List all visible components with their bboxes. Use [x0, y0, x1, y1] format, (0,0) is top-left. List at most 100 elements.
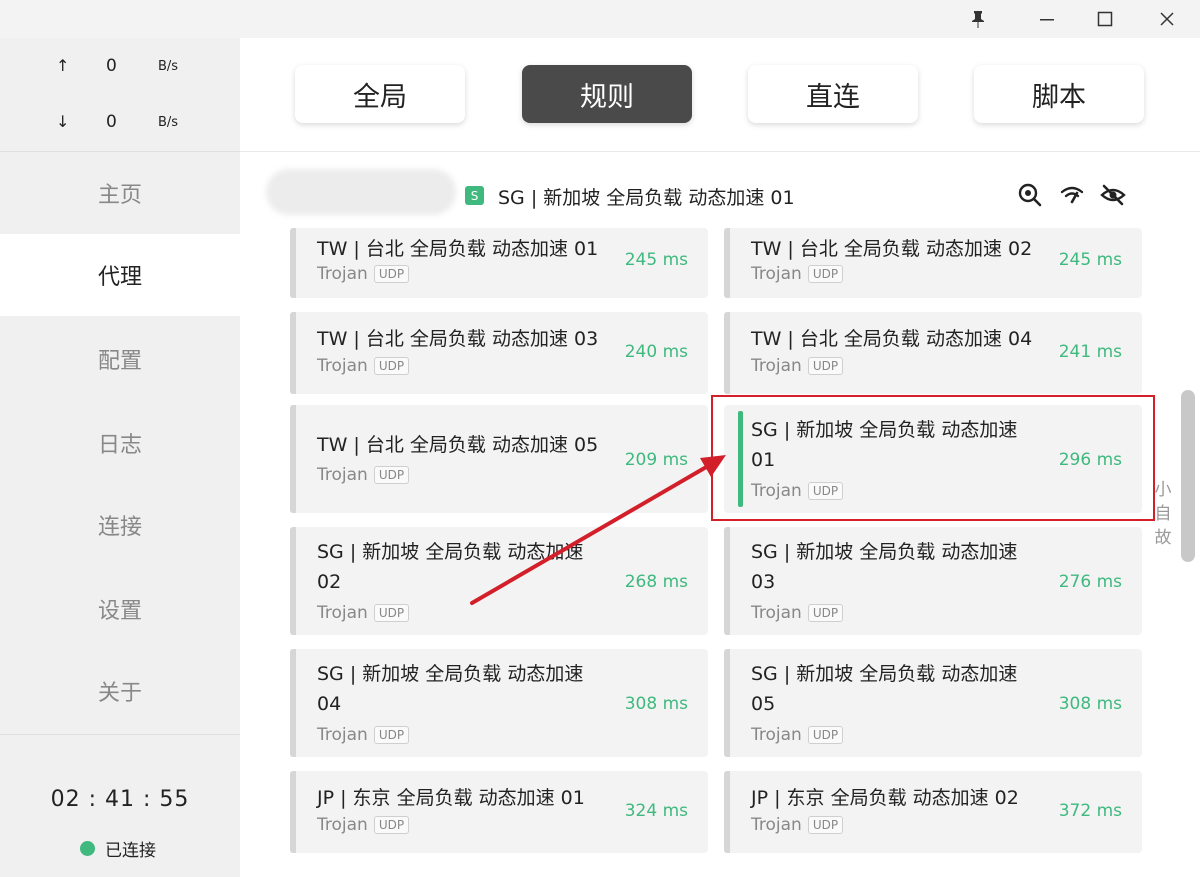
- group-selected-proxy[interactable]: SG | 新加坡 全局负载 动态加速 01: [498, 183, 795, 210]
- proxy-type: Trojan UDP: [751, 725, 844, 745]
- sidebar-item-home[interactable]: 主页: [0, 152, 240, 234]
- proxy-type: Trojan UDP: [317, 356, 410, 376]
- proxy-card-indicator: [290, 312, 296, 394]
- sidebar-item-about[interactable]: 关于: [0, 650, 240, 732]
- proxy-protocol: Trojan: [751, 603, 802, 623]
- proxy-name: SG | 新加坡 全局负载 动态加速 04: [317, 663, 584, 715]
- annotation-highlight-box: [711, 395, 1155, 521]
- side-char: 小: [1154, 480, 1172, 500]
- scrollbar[interactable]: [1181, 390, 1195, 562]
- mode-rule-button[interactable]: 规则: [522, 65, 692, 123]
- proxy-card[interactable]: JP | 东京 全局负载 动态加速 02 Trojan UDP 372 ms: [724, 771, 1142, 853]
- proxy-name: TW | 台北 全局负载 动态加速 02: [751, 238, 1033, 260]
- proxy-name: TW | 台北 全局负载 动态加速 05: [317, 434, 599, 456]
- proxy-card[interactable]: JP | 东京 全局负载 动态加速 01 Trojan UDP 324 ms: [290, 771, 708, 853]
- proxy-card[interactable]: SG | 新加坡 全局负载 动态加速 05 Trojan UDP 308 ms: [724, 649, 1142, 757]
- upload-value: 0: [106, 56, 117, 76]
- download-value: 0: [106, 112, 117, 132]
- proxy-card-indicator: [290, 405, 296, 513]
- udp-badge: UDP: [807, 726, 844, 744]
- udp-badge: UDP: [807, 357, 844, 375]
- proxy-card[interactable]: TW | 台北 全局负载 动态加速 02 Trojan UDP 245 ms: [724, 228, 1142, 298]
- proxy-card[interactable]: TW | 台北 全局负载 动态加速 03 Trojan UDP 240 ms: [290, 312, 708, 394]
- udp-badge: UDP: [373, 357, 410, 375]
- pin-icon[interactable]: [954, 0, 1002, 38]
- proxy-delay[interactable]: 276 ms: [1059, 572, 1122, 592]
- proxy-type: Trojan UDP: [751, 356, 844, 376]
- upload-unit: B/s: [158, 59, 179, 74]
- proxy-protocol: Trojan: [751, 815, 802, 835]
- proxy-protocol: Trojan: [751, 356, 802, 376]
- mode-switcher: 全局 规则 直连 脚本: [240, 38, 1200, 152]
- proxy-card[interactable]: SG | 新加坡 全局负载 动态加速 03 Trojan UDP 276 ms: [724, 527, 1142, 635]
- sidebar-item-connections[interactable]: 连接: [0, 484, 240, 566]
- proxy-card[interactable]: SG | 新加坡 全局负载 动态加速 04 Trojan UDP 308 ms: [290, 649, 708, 757]
- proxy-delay[interactable]: 324 ms: [625, 801, 688, 821]
- search-location-icon[interactable]: [1017, 182, 1043, 208]
- proxy-protocol: Trojan: [317, 603, 368, 623]
- proxy-delay[interactable]: 372 ms: [1059, 801, 1122, 821]
- proxy-type: Trojan UDP: [751, 264, 844, 284]
- proxy-card[interactable]: TW | 台北 全局负载 动态加速 04 Trojan UDP 241 ms: [724, 312, 1142, 394]
- minimize-icon[interactable]: [1023, 0, 1071, 38]
- udp-badge: UDP: [373, 265, 410, 283]
- proxy-type: Trojan UDP: [317, 725, 410, 745]
- eye-off-icon[interactable]: [1100, 182, 1126, 208]
- proxy-card-indicator: [724, 771, 730, 853]
- sidebar-item-settings[interactable]: 设置: [0, 568, 240, 650]
- proxy-type: Trojan UDP: [751, 603, 844, 623]
- proxy-protocol: Trojan: [317, 465, 368, 485]
- udp-badge: UDP: [373, 816, 410, 834]
- proxy-name: TW | 台北 全局负载 动态加速 01: [317, 238, 599, 260]
- proxy-protocol: Trojan: [317, 264, 368, 284]
- traffic-speed-panel: ↑ 0 B/s ↓ 0 B/s: [0, 38, 240, 152]
- proxy-delay[interactable]: 240 ms: [625, 342, 688, 362]
- maximize-icon[interactable]: [1081, 0, 1129, 38]
- proxy-delay[interactable]: 308 ms: [625, 694, 688, 714]
- status-dot-icon: [80, 841, 95, 856]
- sidebar-item-profiles[interactable]: 配置: [0, 318, 240, 400]
- proxy-card[interactable]: SG | 新加坡 全局负载 动态加速 02 Trojan UDP 268 ms: [290, 527, 708, 635]
- proxy-card[interactable]: TW | 台北 全局负载 动态加速 01 Trojan UDP 245 ms: [290, 228, 708, 298]
- proxy-card[interactable]: TW | 台北 全局负载 动态加速 05 Trojan UDP 209 ms: [290, 405, 708, 513]
- mode-script-button[interactable]: 脚本: [974, 65, 1144, 123]
- wifi-speed-icon[interactable]: [1059, 182, 1085, 208]
- proxy-delay[interactable]: 245 ms: [1059, 250, 1122, 270]
- proxy-name: TW | 台北 全局负载 动态加速 03: [317, 328, 599, 350]
- proxy-protocol: Trojan: [751, 725, 802, 745]
- side-text: 小 自 故: [1153, 478, 1173, 550]
- close-icon[interactable]: [1143, 0, 1191, 38]
- status-label: 已连接: [105, 841, 156, 861]
- proxy-delay[interactable]: 268 ms: [625, 572, 688, 592]
- proxy-card-indicator: [724, 228, 730, 298]
- proxy-delay[interactable]: 308 ms: [1059, 694, 1122, 714]
- download-speed: ↓ 0 B/s: [0, 112, 240, 136]
- proxy-delay[interactable]: 245 ms: [625, 250, 688, 270]
- proxy-card-indicator: [290, 527, 296, 635]
- udp-badge: UDP: [373, 466, 410, 484]
- proxy-type: Trojan UDP: [751, 815, 844, 835]
- proxy-name: TW | 台北 全局负载 动态加速 04: [751, 328, 1033, 350]
- proxy-type: Trojan UDP: [317, 603, 410, 623]
- proxy-name: JP | 东京 全局负载 动态加速 02: [751, 787, 1019, 809]
- proxy-name: JP | 东京 全局负载 动态加速 01: [317, 787, 585, 809]
- sidebar-item-proxy[interactable]: 代理: [0, 234, 240, 316]
- sidebar-item-logs[interactable]: 日志: [0, 402, 240, 484]
- uptime-timer: 02 : 41 : 55: [50, 787, 190, 812]
- title-bar: [0, 0, 1200, 38]
- udp-badge: UDP: [373, 604, 410, 622]
- udp-badge: UDP: [373, 726, 410, 744]
- connection-status: 已连接: [80, 836, 156, 861]
- udp-badge: UDP: [807, 816, 844, 834]
- udp-badge: UDP: [807, 604, 844, 622]
- proxy-protocol: Trojan: [317, 356, 368, 376]
- mode-direct-button[interactable]: 直连: [748, 65, 918, 123]
- proxy-delay[interactable]: 241 ms: [1059, 342, 1122, 362]
- proxy-name: SG | 新加坡 全局负载 动态加速 05: [751, 663, 1018, 715]
- proxy-delay[interactable]: 209 ms: [625, 450, 688, 470]
- proxy-protocol: Trojan: [317, 815, 368, 835]
- mode-global-button[interactable]: 全局: [295, 65, 465, 123]
- proxy-card-indicator: [290, 228, 296, 298]
- download-arrow-icon: ↓: [56, 112, 70, 131]
- proxy-name: SG | 新加坡 全局负载 动态加速 02: [317, 541, 584, 593]
